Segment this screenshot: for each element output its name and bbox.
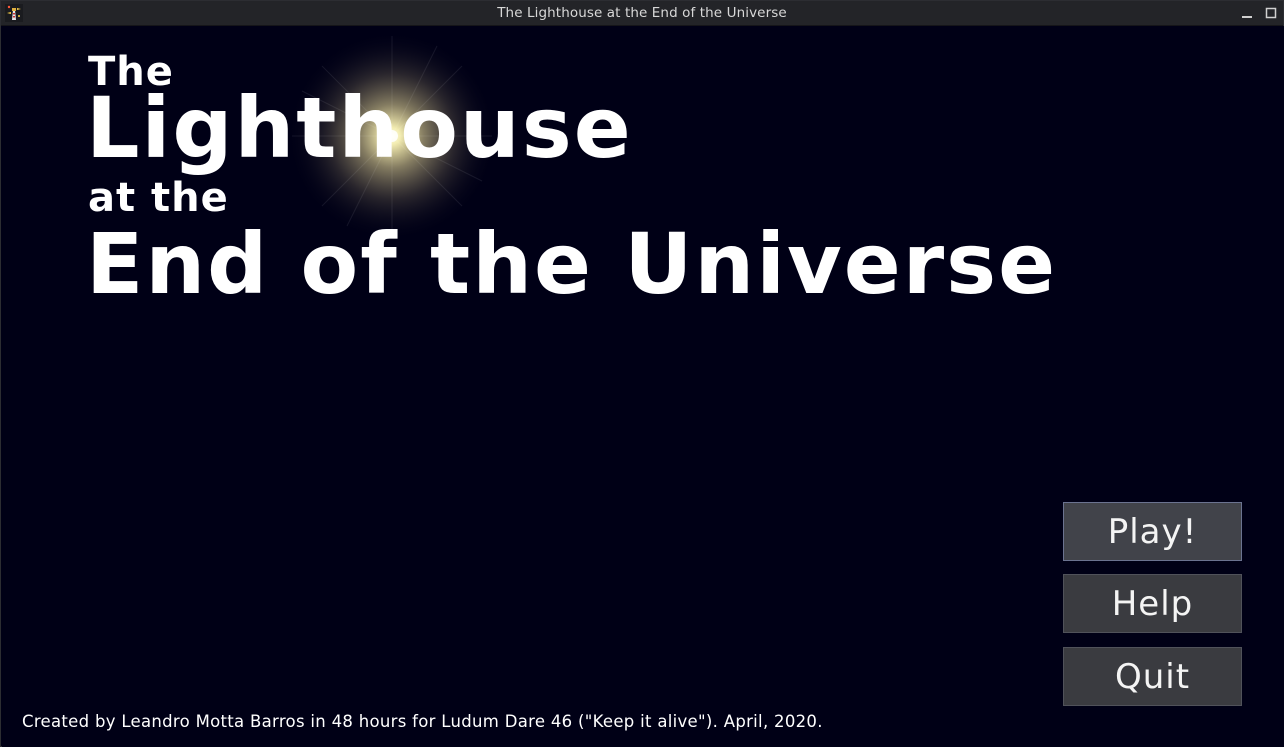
play-button[interactable]: Play!	[1063, 502, 1242, 561]
quit-button[interactable]: Quit	[1063, 647, 1242, 706]
game-window: The Lighthouse at the End of the Univers…	[0, 0, 1284, 747]
maximize-icon[interactable]	[1263, 5, 1279, 21]
window-title: The Lighthouse at the End of the Univers…	[497, 5, 787, 21]
lighthouse-app-icon[interactable]	[5, 4, 23, 22]
title-line-at-the: at the	[88, 175, 229, 221]
window-titlebar[interactable]: The Lighthouse at the End of the Univers…	[1, 1, 1283, 26]
title-line-end-of-the-universe: End of the Universe	[86, 215, 1058, 313]
game-canvas: The Lighthouse at the End of the Univers…	[2, 26, 1284, 747]
help-button[interactable]: Help	[1063, 574, 1242, 633]
minimize-icon[interactable]	[1239, 5, 1255, 21]
title-line-lighthouse: Lighthouse	[86, 79, 633, 177]
credits-text: Created by Leandro Motta Barros in 48 ho…	[22, 712, 823, 731]
